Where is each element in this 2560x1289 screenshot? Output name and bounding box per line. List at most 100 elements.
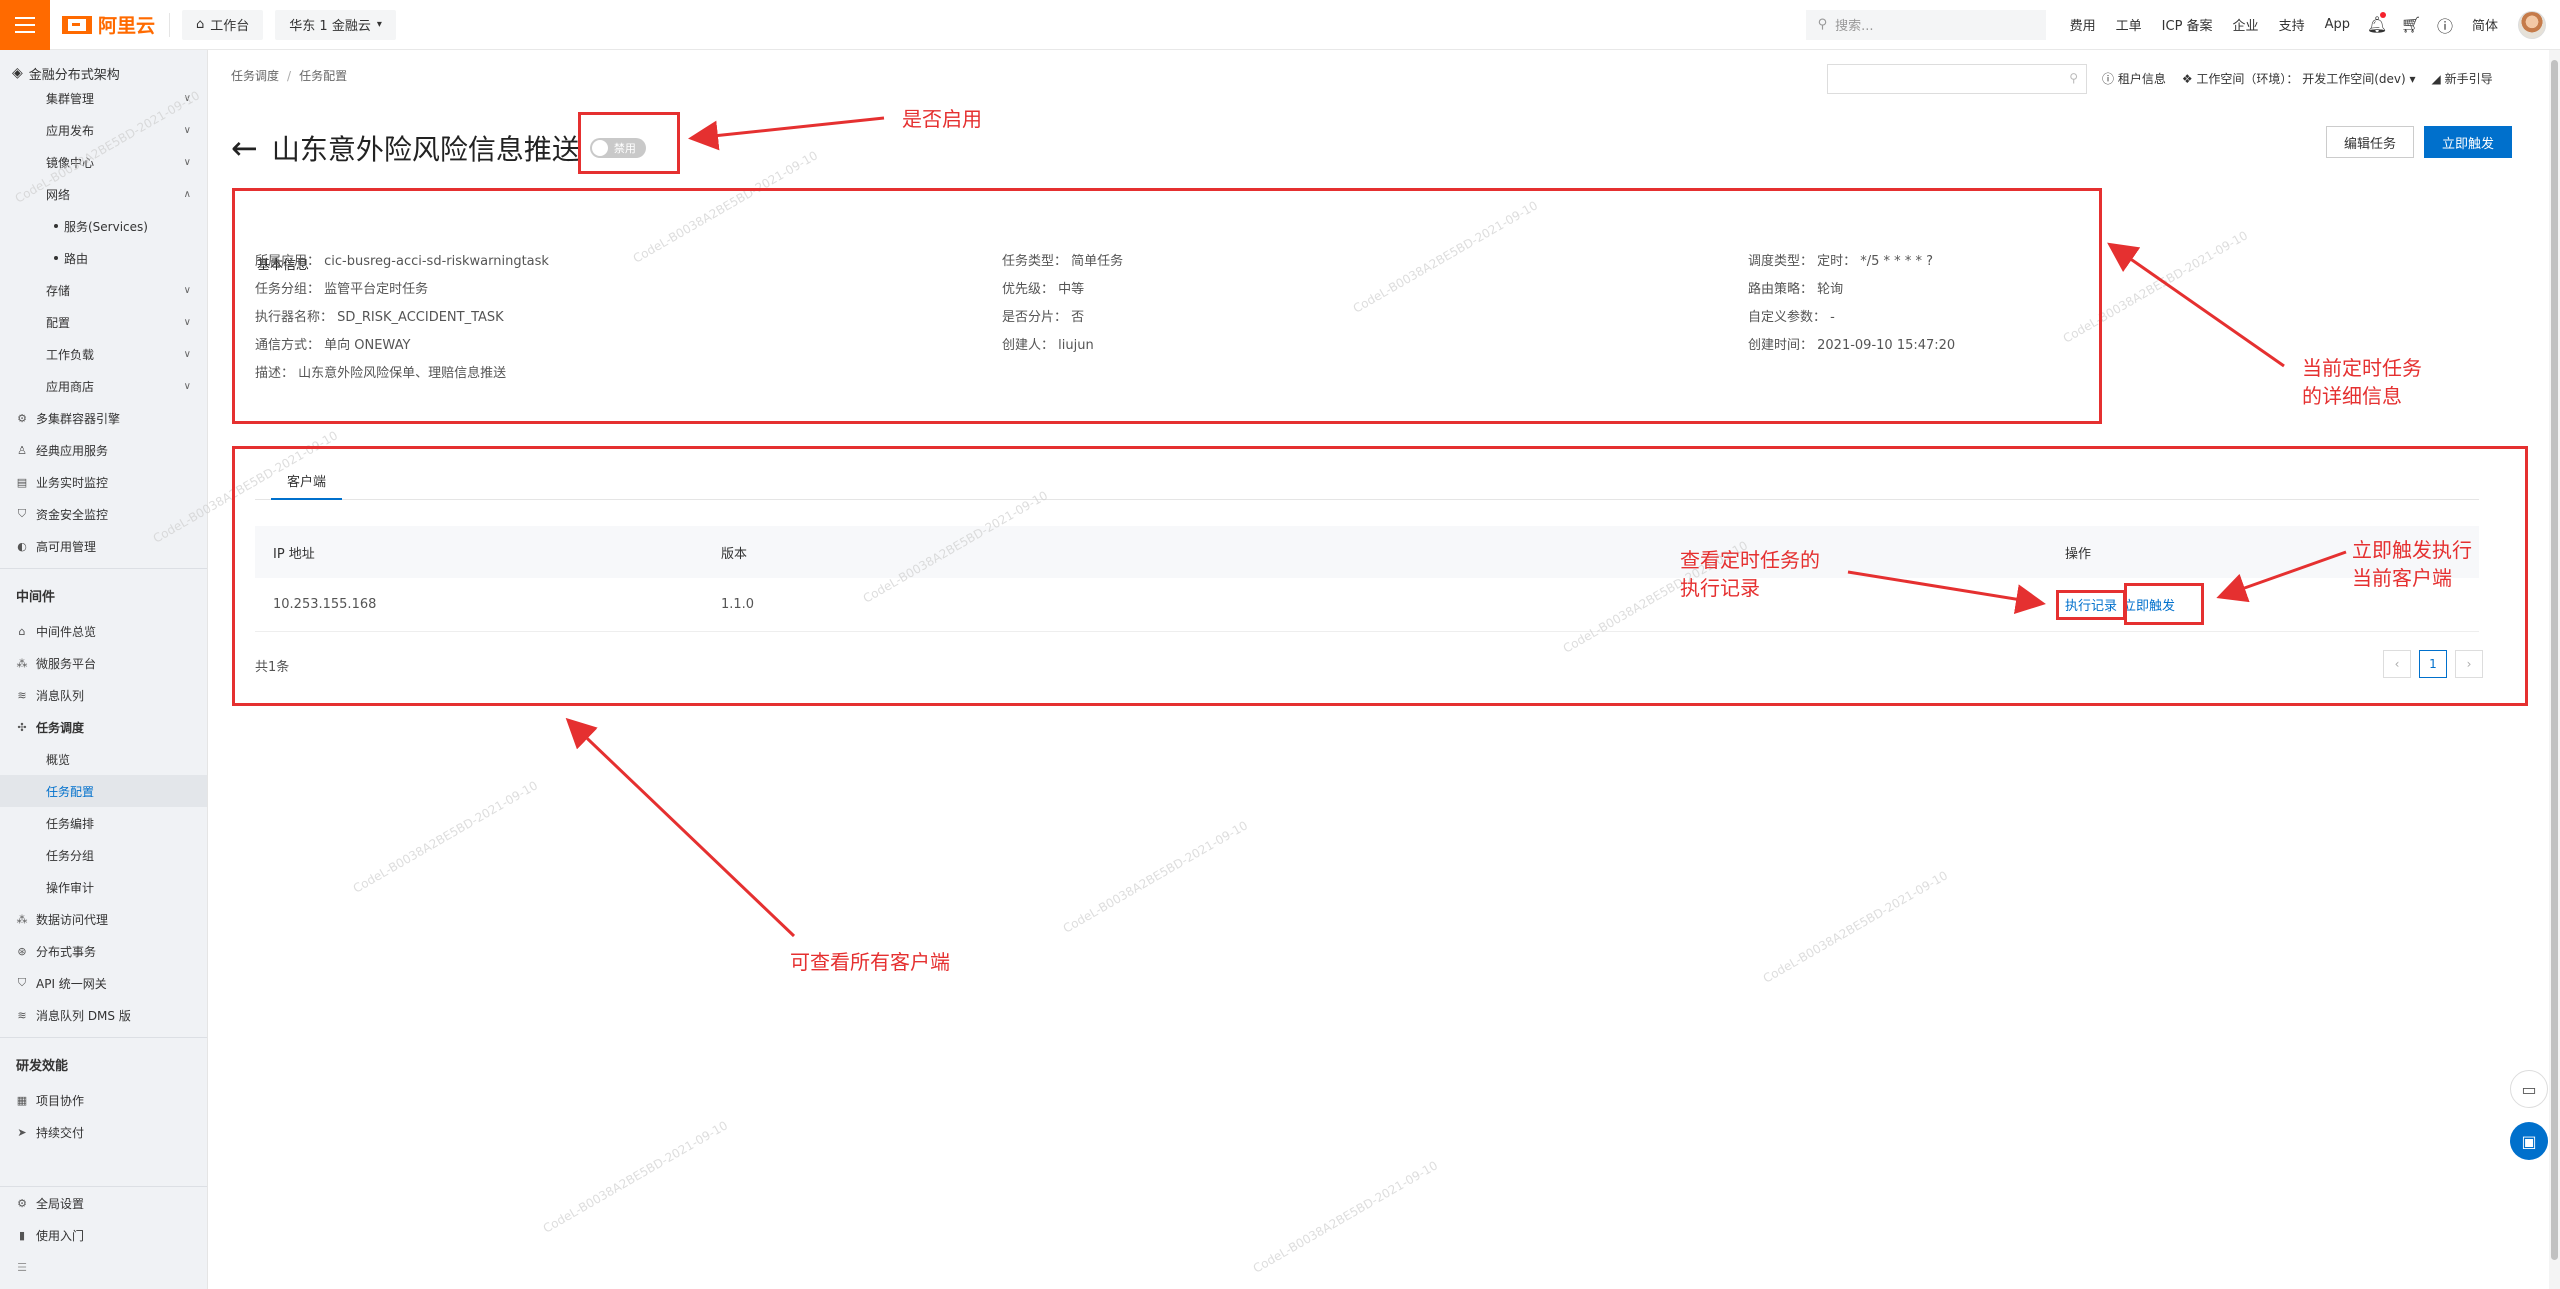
chevron-down-icon: ∨ <box>183 124 191 136</box>
breadcrumb-item: 任务配置 <box>299 69 348 83</box>
cluster-icon: ⁂ <box>16 656 28 670</box>
annotation-box-toggle <box>578 112 680 174</box>
transaction-icon: ⊛ <box>17 944 27 958</box>
sidebar-item-task-orchestrate[interactable]: 任务编排 <box>0 807 207 839</box>
chevron-down-icon: ▾ <box>376 19 382 30</box>
sidebar-item-middleware-overview[interactable]: ⌂ 中间件总览 <box>0 615 207 647</box>
nav-link-ticket[interactable]: 工单 <box>2116 15 2142 34</box>
send-icon: ➤ <box>17 1125 27 1139</box>
help-icon[interactable]: ⓘ <box>2428 0 2462 50</box>
region-select[interactable]: 华东 1 金融云 ▾ <box>275 9 396 40</box>
sidebar-item-config[interactable]: 配置 ∨ <box>0 306 207 338</box>
sidebar-item-audit[interactable]: 操作审计 <box>0 871 207 903</box>
chevron-up-icon: ∧ <box>183 188 191 200</box>
back-arrow-icon[interactable]: ← <box>231 132 258 164</box>
annotation-detail-line2: 的详细信息 <box>2302 384 2402 408</box>
sidebar-item-task-config[interactable]: 任务配置 <box>0 775 207 807</box>
sidebar-item-cd[interactable]: ➤ 持续交付 <box>0 1116 207 1148</box>
chevron-down-icon: ∨ <box>183 156 191 168</box>
sidebar-item-overview[interactable]: 概览 <box>0 743 207 775</box>
app-icon: ♙ <box>17 443 27 457</box>
language-switch[interactable]: 简体 <box>2472 15 2498 34</box>
workspace-select[interactable]: ❖ 工作空间（环境）： 开发工作空间(dev) ▾ <box>2182 70 2416 87</box>
sidebar-item-getting-started[interactable]: ▮ 使用入门 <box>0 1219 207 1251</box>
annotation-trigger-line2: 当前客户端 <box>2352 566 2452 590</box>
sidebar-item-classic-app[interactable]: ♙ 经典应用服务 <box>0 434 207 466</box>
context-bar: ⓘ 租户信息 ❖ 工作空间（环境）： 开发工作空间(dev) ▾ ◢ 新手引导 <box>2102 70 2493 87</box>
page-title: 山东意外险风险信息推送 <box>271 133 580 166</box>
sidebar-item-dtx[interactable]: ⊛ 分布式事务 <box>0 935 207 967</box>
aliyun-logo[interactable]: 阿里云 <box>62 11 155 38</box>
sidebar-item-storage[interactable]: 存储 ∨ <box>0 274 207 306</box>
scrollbar-thumb[interactable] <box>2551 60 2558 1260</box>
shield-icon: ⛉ <box>17 507 27 520</box>
annotation-all-clients: 可查看所有客户端 <box>790 950 950 974</box>
sidebar-item-workload[interactable]: 工作负载 ∨ <box>0 338 207 370</box>
sidebar-item-dal[interactable]: ⁂ 数据访问代理 <box>0 903 207 935</box>
guide-link[interactable]: ◢ 新手引导 <box>2432 70 2493 87</box>
monitor-icon: ▤ <box>16 475 28 489</box>
annotation-box-details <box>232 188 2102 424</box>
chat-icon[interactable]: ▭ <box>2510 1070 2548 1108</box>
nav-link-support[interactable]: 支持 <box>2279 15 2305 34</box>
chevron-down-icon: ∨ <box>183 380 191 392</box>
global-search-input[interactable]: ⚲ 搜索... <box>1805 9 2046 40</box>
sidebar-item-mq[interactable]: ≋ 消息队列 <box>0 679 207 711</box>
sidebar-item-api-gateway[interactable]: ⛉ API 统一网关 <box>0 967 207 999</box>
sidebar-item-services[interactable]: 服务(Services) <box>0 210 207 242</box>
avatar[interactable] <box>2518 10 2546 39</box>
annotation-box-trigger <box>2124 583 2204 625</box>
edit-task-button[interactable]: 编辑任务 <box>2326 126 2414 158</box>
sidebar-section-middleware: 中间件 <box>16 589 56 605</box>
workspace-search-input[interactable]: ⚲ <box>1827 64 2087 94</box>
menu-icon[interactable] <box>0 0 50 50</box>
chevron-down-icon: ∨ <box>183 284 191 296</box>
annotation-trigger-line1: 立即触发执行 <box>2352 538 2472 562</box>
sidebar-item-microservice[interactable]: ⁂ 微服务平台 <box>0 647 207 679</box>
cart-icon[interactable]: 🛒︎ <box>2394 0 2428 50</box>
chevron-down-icon: ∨ <box>183 348 191 360</box>
apps-icon[interactable]: ▣ <box>2510 1122 2548 1160</box>
breadcrumb: 任务调度 / 任务配置 <box>231 69 348 83</box>
sidebar-section-devops: 研发效能 <box>16 1058 69 1074</box>
sidebar-item-multi-cluster[interactable]: ⚙ 多集群容器引擎 <box>0 402 207 434</box>
queue-icon: ≋ <box>17 1008 27 1022</box>
gateway-icon: ⛉ <box>17 976 27 989</box>
sidebar-collapse-icon[interactable]: ☰ <box>0 1251 207 1283</box>
gear-icon: ⚙ <box>17 1196 27 1210</box>
queue-icon: ≋ <box>17 688 27 702</box>
annotation-enable: 是否启用 <box>902 107 982 131</box>
annotation-box-exec-record <box>2056 590 2126 620</box>
bell-icon[interactable]: 🔔︎ <box>2360 0 2394 50</box>
tenant-info-link[interactable]: ⓘ 租户信息 <box>2102 70 2166 87</box>
nav-link-app[interactable]: App <box>2325 17 2350 32</box>
sidebar: ◈ 金融分布式架构 集群管理 ∨ 应用发布 ∨ 镜像中心 ∨ 网络 ∧ 服务(Servic… <box>0 50 208 1289</box>
nav-link-icp[interactable]: ICP 备案 <box>2162 15 2213 34</box>
breadcrumb-item[interactable]: 任务调度 <box>231 69 279 83</box>
annotation-detail-line1: 当前定时任务 <box>2302 356 2422 380</box>
chevron-down-icon: ∨ <box>183 316 191 328</box>
sidebar-item-global-settings[interactable]: ⚙ 全局设置 <box>0 1187 207 1219</box>
sidebar-item-project[interactable]: ▦ 项目协作 <box>0 1084 207 1116</box>
sidebar-item-app-store[interactable]: 应用商店 ∨ <box>0 370 207 402</box>
trigger-now-button[interactable]: 立即触发 <box>2424 126 2512 158</box>
sidebar-item-biz-monitor[interactable]: ▤ 业务实时监控 <box>0 466 207 498</box>
gear-icon: ⚙ <box>17 411 27 425</box>
task-icon: ✣ <box>17 720 27 734</box>
sidebar-item-route[interactable]: 路由 <box>0 242 207 274</box>
project-icon: ▦ <box>16 1093 28 1107</box>
workbench-button[interactable]: ⌂ 工作台 <box>182 9 264 40</box>
home-icon: ⌂ <box>196 17 205 32</box>
home-icon: ⌂ <box>18 624 26 638</box>
nav-link-enterprise[interactable]: 企业 <box>2233 15 2259 34</box>
ha-icon: ◐ <box>17 539 27 553</box>
sidebar-item-task-group[interactable]: 任务分组 <box>0 839 207 871</box>
nav-link-fee[interactable]: 费用 <box>2070 15 2096 34</box>
annotation-box-clients <box>232 446 2528 706</box>
sidebar-item-dms[interactable]: ≋ 消息队列 DMS 版 <box>0 999 207 1031</box>
annotation-exec-line1: 查看定时任务的 <box>1680 548 1820 572</box>
book-icon: ▮ <box>18 1228 26 1242</box>
sidebar-item-task-sched[interactable]: ✣ 任务调度 <box>0 711 207 743</box>
top-bar: 阿里云 ⌂ 工作台 华东 1 金融云 ▾ ⚲ 搜索... 费用 工单 ICP 备案 企… <box>0 0 2560 50</box>
data-icon: ⁂ <box>16 912 28 926</box>
